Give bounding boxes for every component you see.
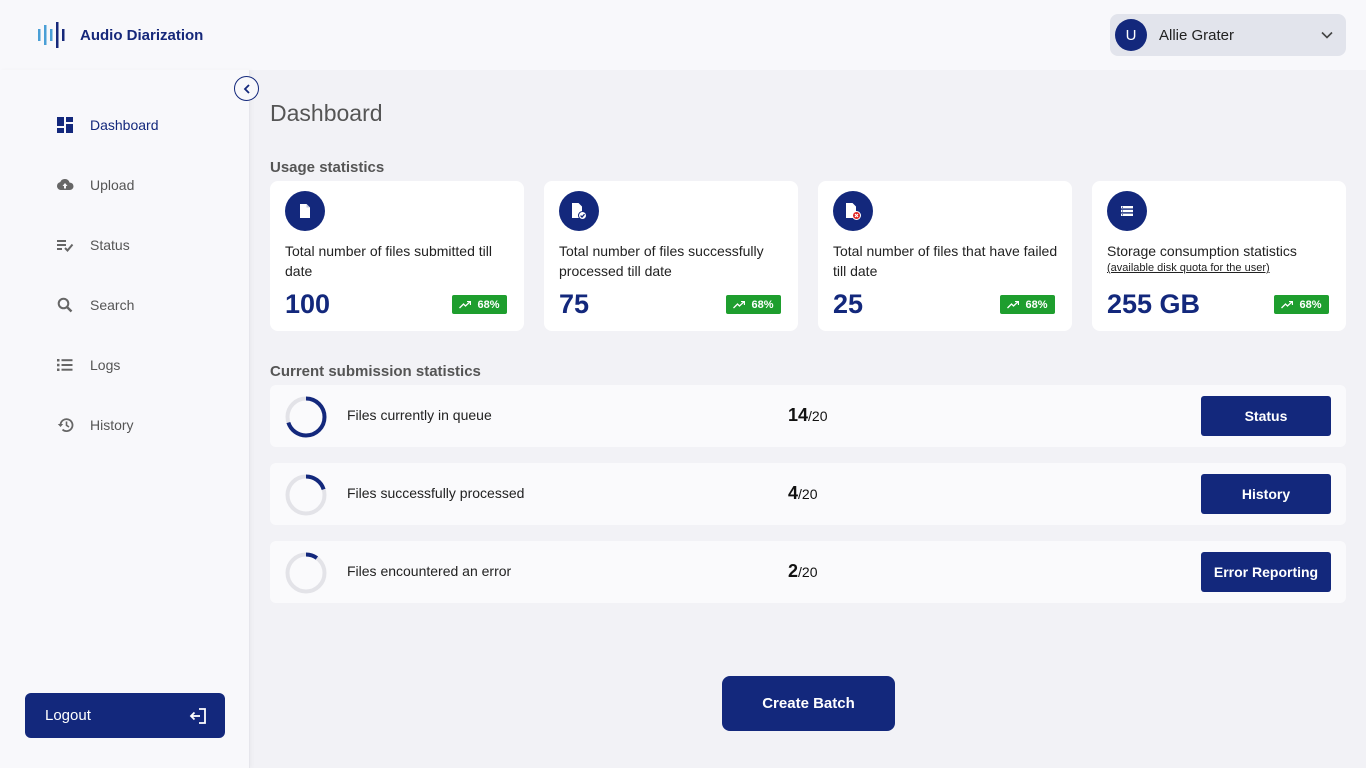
storage-icon	[1107, 191, 1147, 231]
status-list-icon	[56, 236, 74, 254]
sidebar-item-status[interactable]: Status	[56, 233, 130, 257]
count-total: /20	[798, 486, 818, 502]
sidebar-item-label: Upload	[90, 177, 135, 193]
trend-badge: 68%	[1000, 295, 1055, 314]
file-check-icon	[559, 191, 599, 231]
progress-ring	[285, 552, 327, 594]
user-name: Allie Grater	[1159, 26, 1235, 44]
count-total: /20	[808, 408, 828, 424]
sidebar: Dashboard Upload Status Search Logs Hist…	[0, 70, 250, 768]
trending-up-icon	[459, 300, 472, 308]
trend-badge-value: 68%	[1025, 298, 1048, 311]
progress-ring	[285, 474, 327, 516]
usage-section-title: Usage statistics	[270, 159, 385, 176]
trend-badge-value: 68%	[751, 298, 774, 311]
stat-card-files-processed: Total number of files successfully proce…	[544, 181, 798, 331]
brand[interactable]: Audio Diarization	[36, 20, 203, 50]
stat-card-storage: Storage consumption statistics (availabl…	[1092, 181, 1346, 331]
avatar: U	[1115, 19, 1147, 51]
stat-description: Storage consumption statistics (availabl…	[1107, 241, 1332, 275]
user-menu[interactable]: U Allie Grater	[1110, 14, 1346, 56]
sidebar-item-label: History	[90, 417, 134, 433]
sidebar-item-search[interactable]: Search	[56, 293, 134, 317]
dashboard-icon	[56, 116, 74, 134]
history-icon	[56, 416, 74, 434]
trending-up-icon	[733, 300, 746, 308]
submission-label: Files currently in queue	[347, 407, 492, 423]
submission-count: 4/20	[788, 483, 817, 504]
stat-value: 255 GB	[1107, 289, 1201, 319]
chevron-down-icon	[1321, 31, 1333, 39]
submission-count: 2/20	[788, 561, 817, 582]
status-button[interactable]: Status	[1201, 396, 1331, 436]
count-value: 14	[788, 405, 809, 425]
stat-value: 25	[833, 289, 864, 319]
logout-icon	[189, 708, 206, 724]
file-error-icon	[833, 191, 873, 231]
audio-wave-logo-icon	[38, 22, 65, 48]
create-batch-button[interactable]: Create Batch	[722, 676, 895, 731]
sidebar-item-label: Status	[90, 237, 130, 253]
count-value: 2	[788, 561, 799, 581]
chevron-left-icon	[243, 83, 250, 94]
sidebar-collapse-button[interactable]	[234, 76, 259, 101]
file-icon	[285, 191, 325, 231]
app-name: Audio Diarization	[80, 26, 204, 44]
trend-badge-value: 68%	[477, 298, 500, 311]
stat-subdescription[interactable]: (available disk quota for the user)	[1107, 261, 1332, 275]
stat-card-files-submitted: Total number of files submitted till dat…	[270, 181, 524, 331]
submission-count: 14/20	[788, 405, 828, 426]
trend-badge: 68%	[452, 295, 507, 314]
sidebar-item-label: Search	[90, 297, 135, 313]
stat-description: Total number of files submitted till dat…	[285, 241, 510, 281]
stat-description: Total number of files that have failed t…	[833, 241, 1058, 281]
trend-badge-value: 68%	[1299, 298, 1322, 311]
stat-value: 100	[285, 289, 331, 319]
stat-card-files-failed: Total number of files that have failed t…	[818, 181, 1072, 331]
sidebar-item-label: Dashboard	[90, 117, 159, 133]
sidebar-item-history[interactable]: History	[56, 413, 134, 437]
trending-up-icon	[1007, 300, 1020, 308]
count-total: /20	[798, 564, 818, 580]
submission-row-errors: Files encountered an error 2/20 Error Re…	[270, 541, 1346, 603]
trending-up-icon	[1281, 300, 1294, 308]
stat-description-text: Storage consumption statistics	[1107, 243, 1297, 259]
trend-badge: 68%	[726, 295, 781, 314]
sidebar-item-logs[interactable]: Logs	[56, 353, 120, 377]
stat-description-text: Total number of files that have failed t…	[833, 243, 1058, 279]
top-header: Audio Diarization U Allie Grater	[0, 0, 1366, 70]
search-icon	[56, 296, 74, 314]
submission-label: Files encountered an error	[347, 563, 512, 579]
submission-label: Files successfully processed	[347, 485, 525, 501]
count-value: 4	[788, 483, 799, 503]
logout-label: Logout	[45, 707, 91, 724]
trend-badge: 68%	[1274, 295, 1329, 314]
stat-value: 75	[559, 289, 590, 319]
stat-description-text: Total number of files successfully proce…	[559, 243, 764, 279]
history-button[interactable]: History	[1201, 474, 1331, 514]
progress-ring	[285, 396, 327, 438]
submission-row-queue: Files currently in queue 14/20 Status	[270, 385, 1346, 447]
sidebar-item-upload[interactable]: Upload	[56, 173, 134, 197]
stat-description: Total number of files successfully proce…	[559, 241, 784, 281]
submission-section-title: Current submission statistics	[270, 363, 481, 380]
stat-description-text: Total number of files submitted till dat…	[285, 243, 492, 279]
sidebar-item-dashboard[interactable]: Dashboard	[56, 113, 159, 137]
sidebar-item-label: Logs	[90, 357, 121, 373]
error-reporting-button[interactable]: Error Reporting	[1201, 552, 1331, 592]
submission-row-processed: Files successfully processed 4/20 Histor…	[270, 463, 1346, 525]
page-title: Dashboard	[270, 100, 383, 126]
cloud-upload-icon	[56, 176, 74, 194]
list-icon	[56, 356, 74, 374]
logout-button[interactable]: Logout	[25, 693, 225, 738]
